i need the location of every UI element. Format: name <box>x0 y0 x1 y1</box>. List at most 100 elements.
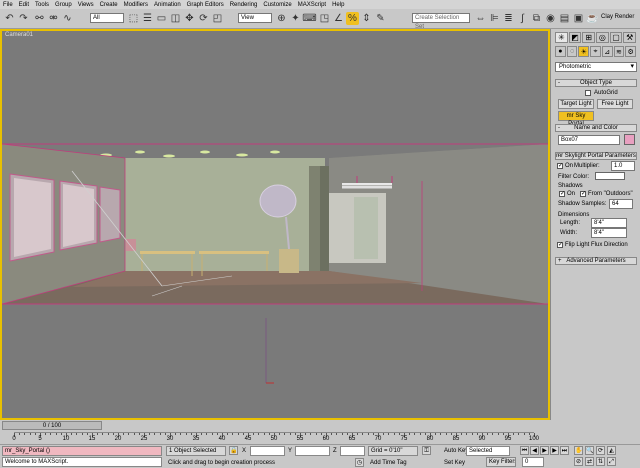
align-icon[interactable]: ⊫ <box>488 12 501 25</box>
redo-icon[interactable]: ↷ <box>17 12 30 25</box>
next-frame-icon[interactable]: ▶ <box>550 446 559 455</box>
window-crossing-icon[interactable]: ◫ <box>169 12 182 25</box>
menu-file[interactable]: File <box>3 2 13 8</box>
maximize-viewport-icon[interactable]: ⤢ <box>607 457 616 466</box>
shapes-icon[interactable]: ◌ <box>566 46 578 57</box>
camera-viewport[interactable]: Camera01 <box>0 29 550 420</box>
time-slider[interactable]: 0 / 100 <box>2 421 102 430</box>
undo-icon[interactable]: ↶ <box>3 12 16 25</box>
mr-sky-portal-button[interactable]: mr Sky Portal <box>558 111 594 127</box>
clay-render-label[interactable]: Clay Render <box>601 14 634 20</box>
target-light-button[interactable]: Target Light <box>558 99 594 109</box>
play-icon[interactable]: ▶ <box>540 446 549 455</box>
render-frame-icon[interactable]: ▣ <box>572 12 585 25</box>
unlink-icon[interactable]: ⚮ <box>47 12 60 25</box>
quick-render-icon[interactable]: ☕ <box>586 12 599 25</box>
angle-snap-icon[interactable]: ∠ <box>332 12 345 25</box>
z-coord-field[interactable] <box>340 446 365 456</box>
menu-graph-editors[interactable]: Graph Editors <box>187 2 224 8</box>
modify-tab-icon[interactable]: ◩ <box>568 32 582 43</box>
bind-spacewarp-icon[interactable]: ∿ <box>61 12 74 25</box>
menu-edit[interactable]: Edit <box>19 2 29 8</box>
reference-coord-dropdown[interactable]: View <box>238 13 272 23</box>
utilities-tab-icon[interactable]: ⚒ <box>623 32 637 43</box>
orbit-icon[interactable]: ⟳ <box>596 446 605 455</box>
menu-group[interactable]: Group <box>55 2 72 8</box>
maxscript-listener-output[interactable]: Welcome to MAXScript. <box>2 457 162 467</box>
goto-end-icon[interactable]: ⏭ <box>560 446 569 455</box>
flip-flux-checkbox[interactable]: ✓ <box>557 242 563 248</box>
geometry-icon[interactable]: ● <box>555 46 566 57</box>
move-icon[interactable]: ✥ <box>183 12 196 25</box>
rect-selection-icon[interactable]: ▭ <box>155 12 168 25</box>
edit-named-selection-icon[interactable]: ✎ <box>374 12 387 25</box>
menu-help[interactable]: Help <box>332 2 344 8</box>
length-spinner[interactable]: 8'4" <box>591 218 627 228</box>
hierarchy-tab-icon[interactable]: ⊞ <box>582 32 596 43</box>
shadows-on-checkbox[interactable]: ✓ <box>559 191 565 197</box>
time-tag-icon[interactable]: ◷ <box>355 458 364 467</box>
spacewarps-icon[interactable]: ≋ <box>613 46 625 57</box>
display-tab-icon[interactable]: ▢ <box>609 32 623 43</box>
portal-params-rollout[interactable]: - mr Skylight Portal Parameters <box>555 152 637 160</box>
select-manipulate-icon[interactable]: ✦ <box>289 12 302 25</box>
x-coord-field[interactable] <box>250 446 285 456</box>
cameras-icon[interactable]: ⌖ <box>590 46 601 57</box>
layer-manager-icon[interactable]: ≣ <box>502 12 515 25</box>
named-selection-field[interactable]: Create Selection Set <box>412 13 470 30</box>
goto-start-icon[interactable]: ⏮ <box>520 446 529 455</box>
filter-color-swatch[interactable] <box>595 172 625 180</box>
spinner-snap-icon[interactable]: ⇕ <box>360 12 373 25</box>
lock-selection-icon[interactable]: 🔒 <box>229 446 238 455</box>
menu-maxscript[interactable]: MAXScript <box>298 2 326 8</box>
helpers-icon[interactable]: ⊿ <box>601 46 613 57</box>
light-category-dropdown[interactable]: Photometric <box>555 62 637 72</box>
key-selection-dropdown[interactable]: Selected <box>466 446 510 456</box>
menu-customize[interactable]: Customize <box>263 2 291 8</box>
name-color-rollout[interactable]: - Name and Color <box>555 124 637 132</box>
multiplier-spinner[interactable]: 1.0 <box>611 161 635 171</box>
rotate-icon[interactable]: ⟳ <box>197 12 210 25</box>
motion-tab-icon[interactable]: ◎ <box>596 32 609 43</box>
frame-ruler[interactable]: 0 5 10 15 20 25 30 35 40 45 50 55 60 65 70 75 80 85 90 95 10… <box>12 432 539 444</box>
on-checkbox[interactable]: ✓ <box>557 163 563 169</box>
pivot-center-icon[interactable]: ⊕ <box>275 12 288 25</box>
dolly-icon[interactable]: ⇅ <box>596 457 605 466</box>
curve-editor-icon[interactable]: ∫ <box>516 12 529 25</box>
scale-icon[interactable]: ◰ <box>211 12 224 25</box>
select-object-icon[interactable]: ⬚ <box>127 12 140 25</box>
free-light-button[interactable]: Free Light <box>597 99 633 109</box>
select-by-name-icon[interactable]: ☰ <box>141 12 154 25</box>
menu-create[interactable]: Create <box>100 2 118 8</box>
prev-frame-icon[interactable]: ◀ <box>530 446 539 455</box>
shadow-samples-dropdown[interactable]: 64 <box>609 199 633 209</box>
zoom-icon[interactable]: 🔍 <box>585 446 594 455</box>
create-tab-icon[interactable]: ✳ <box>555 32 568 43</box>
menu-views[interactable]: Views <box>78 2 94 8</box>
object-type-rollout[interactable]: - Object Type <box>555 79 637 87</box>
snaps-toggle-icon[interactable]: ◳ <box>318 12 331 25</box>
schematic-view-icon[interactable]: ⧉ <box>530 12 543 25</box>
maxscript-listener-input[interactable]: mr_Sky_Portal () <box>2 446 162 456</box>
add-time-tag-button[interactable]: Add Time Tag <box>370 460 407 466</box>
truck-icon[interactable]: ⇄ <box>585 457 594 466</box>
menu-tools[interactable]: Tools <box>35 2 49 8</box>
object-name-field[interactable]: Box07 <box>558 135 620 145</box>
keyboard-shortcut-icon[interactable]: ⌨ <box>302 12 316 25</box>
roll-icon[interactable]: ⊘ <box>574 457 583 466</box>
systems-icon[interactable]: ⚙ <box>625 46 637 57</box>
set-key-mode-icon[interactable]: ⚿ <box>422 446 431 455</box>
y-coord-field[interactable] <box>295 446 330 456</box>
width-spinner[interactable]: 8'4" <box>591 228 627 238</box>
autogrid-checkbox[interactable] <box>585 90 591 96</box>
mirror-icon[interactable]: ⇔ <box>474 12 487 25</box>
key-filters-button[interactable]: Key Filters... <box>486 457 516 467</box>
set-key-button[interactable]: Set Key <box>444 460 465 466</box>
link-icon[interactable]: ⚯ <box>33 12 46 25</box>
material-editor-icon[interactable]: ◉ <box>544 12 557 25</box>
percent-snap-icon[interactable]: % <box>346 12 359 25</box>
fov-icon[interactable]: ◭ <box>607 446 616 455</box>
menu-animation[interactable]: Animation <box>154 2 181 8</box>
lights-icon[interactable]: ☀ <box>578 46 590 57</box>
advanced-params-rollout[interactable]: + Advanced Parameters <box>555 257 637 265</box>
